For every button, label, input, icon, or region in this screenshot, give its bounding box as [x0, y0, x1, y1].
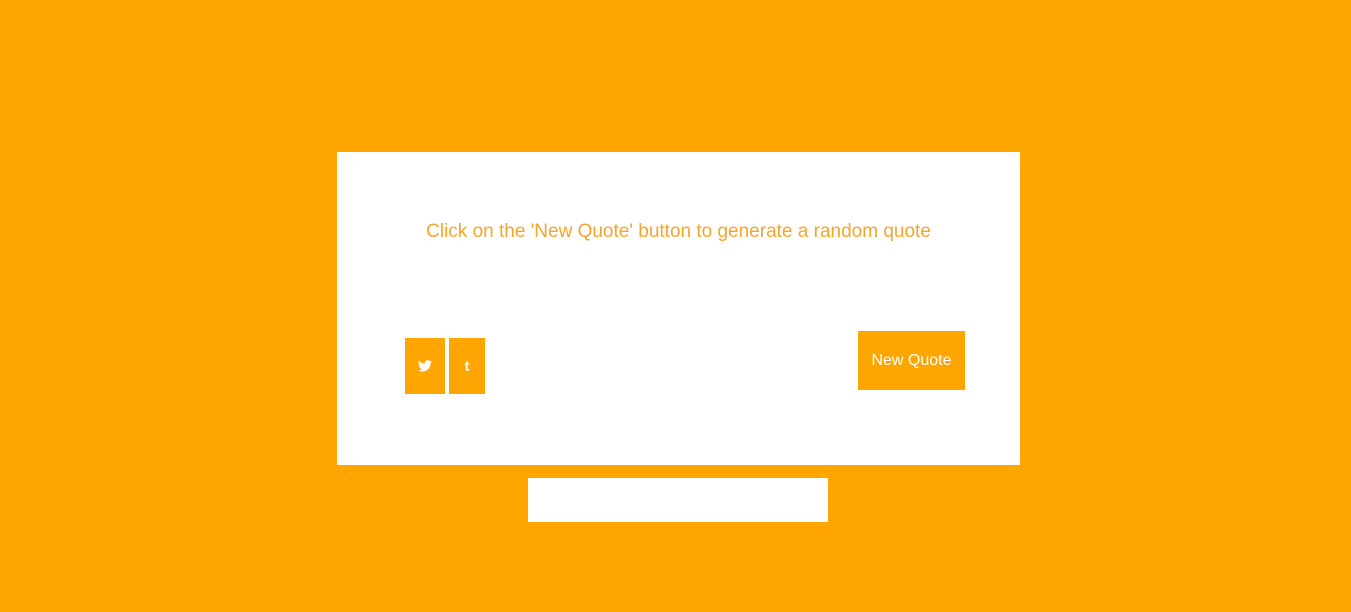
tweet-button[interactable] — [405, 338, 445, 394]
tumblr-icon: t — [464, 357, 470, 375]
quote-text: Click on the 'New Quote' button to gener… — [426, 221, 931, 242]
footer-panel — [528, 478, 828, 522]
page: Click on the 'New Quote' button to gener… — [0, 0, 1351, 612]
tumblr-button[interactable]: t — [449, 338, 485, 394]
new-quote-button[interactable]: New Quote — [858, 331, 965, 390]
quote-card: Click on the 'New Quote' button to gener… — [337, 152, 1020, 465]
twitter-icon — [418, 360, 432, 372]
